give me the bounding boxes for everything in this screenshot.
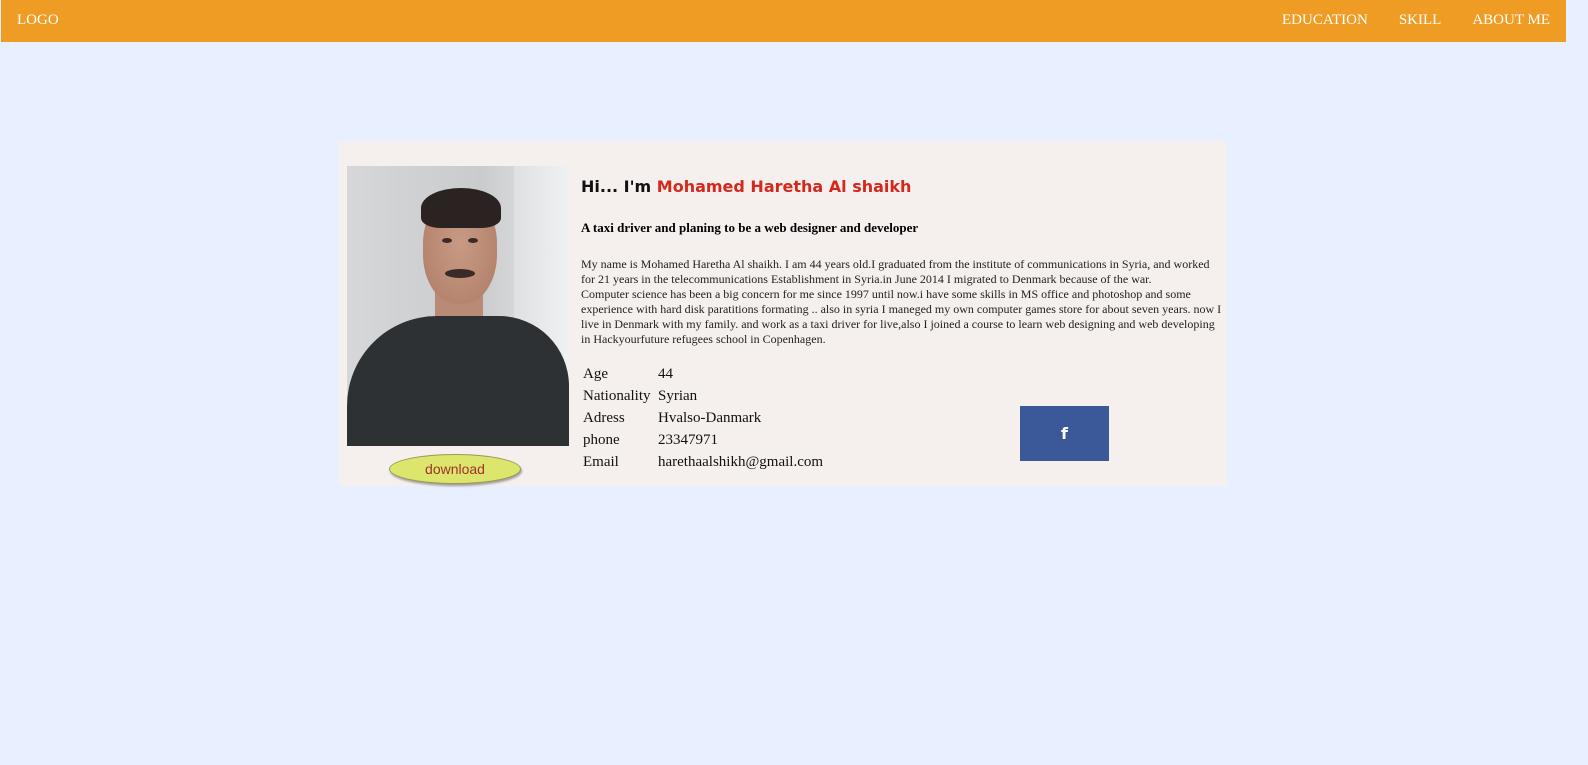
nav-link-skill[interactable]: SKILL xyxy=(1399,12,1442,29)
greeting-text: Hi... I'm xyxy=(581,177,657,196)
info-value: Hvalso-Danmark xyxy=(658,409,762,426)
info-value: harethaalshikh@gmail.com xyxy=(658,453,824,470)
info-table: Age 44 Nationality Syrian Adress Hvalso-… xyxy=(581,363,825,473)
nav-links: EDUCATION SKILL ABOUT ME xyxy=(1282,12,1550,29)
info-label: Email xyxy=(583,453,619,470)
info-row-phone: phone 23347971 xyxy=(581,429,825,451)
profile-heading: Hi... I'm Mohamed Haretha Al shaikh xyxy=(581,177,911,196)
logo-link[interactable]: LOGO xyxy=(17,12,59,29)
download-button[interactable]: download xyxy=(389,454,521,484)
info-value: 44 xyxy=(658,365,673,382)
info-label: Age xyxy=(583,365,608,382)
info-label: Nationality xyxy=(583,387,651,404)
profile-subtitle: A taxi driver and planing to be a web de… xyxy=(581,220,919,235)
info-row-age: Age 44 xyxy=(581,363,825,385)
info-label: phone xyxy=(583,431,620,448)
info-label: Adress xyxy=(583,409,625,426)
info-row-address: Adress Hvalso-Danmark xyxy=(581,407,825,429)
nav-link-education[interactable]: EDUCATION xyxy=(1282,12,1368,29)
info-row-email: Email harethaalshikh@gmail.com xyxy=(581,451,825,473)
profile-card: download Hi... I'm Mohamed Haretha Al sh… xyxy=(339,141,1227,486)
bio-paragraph: My name is Mohamed Haretha Al shaikh. I … xyxy=(581,257,1210,286)
profile-bio: My name is Mohamed Haretha Al shaikh. I … xyxy=(581,257,1223,347)
nav-link-about-me[interactable]: ABOUT ME xyxy=(1472,12,1550,29)
info-value: Syrian xyxy=(658,387,698,404)
facebook-icon: f xyxy=(1061,424,1068,443)
info-value: 23347971 xyxy=(658,431,718,448)
profile-photo xyxy=(347,166,569,446)
bio-paragraph: Computer science has been a big concern … xyxy=(581,287,1222,346)
navbar: LOGO EDUCATION SKILL ABOUT ME xyxy=(1,0,1566,42)
profile-name: Mohamed Haretha Al shaikh xyxy=(656,177,912,196)
info-row-nationality: Nationality Syrian xyxy=(581,385,825,407)
facebook-button[interactable]: f xyxy=(1020,406,1109,461)
